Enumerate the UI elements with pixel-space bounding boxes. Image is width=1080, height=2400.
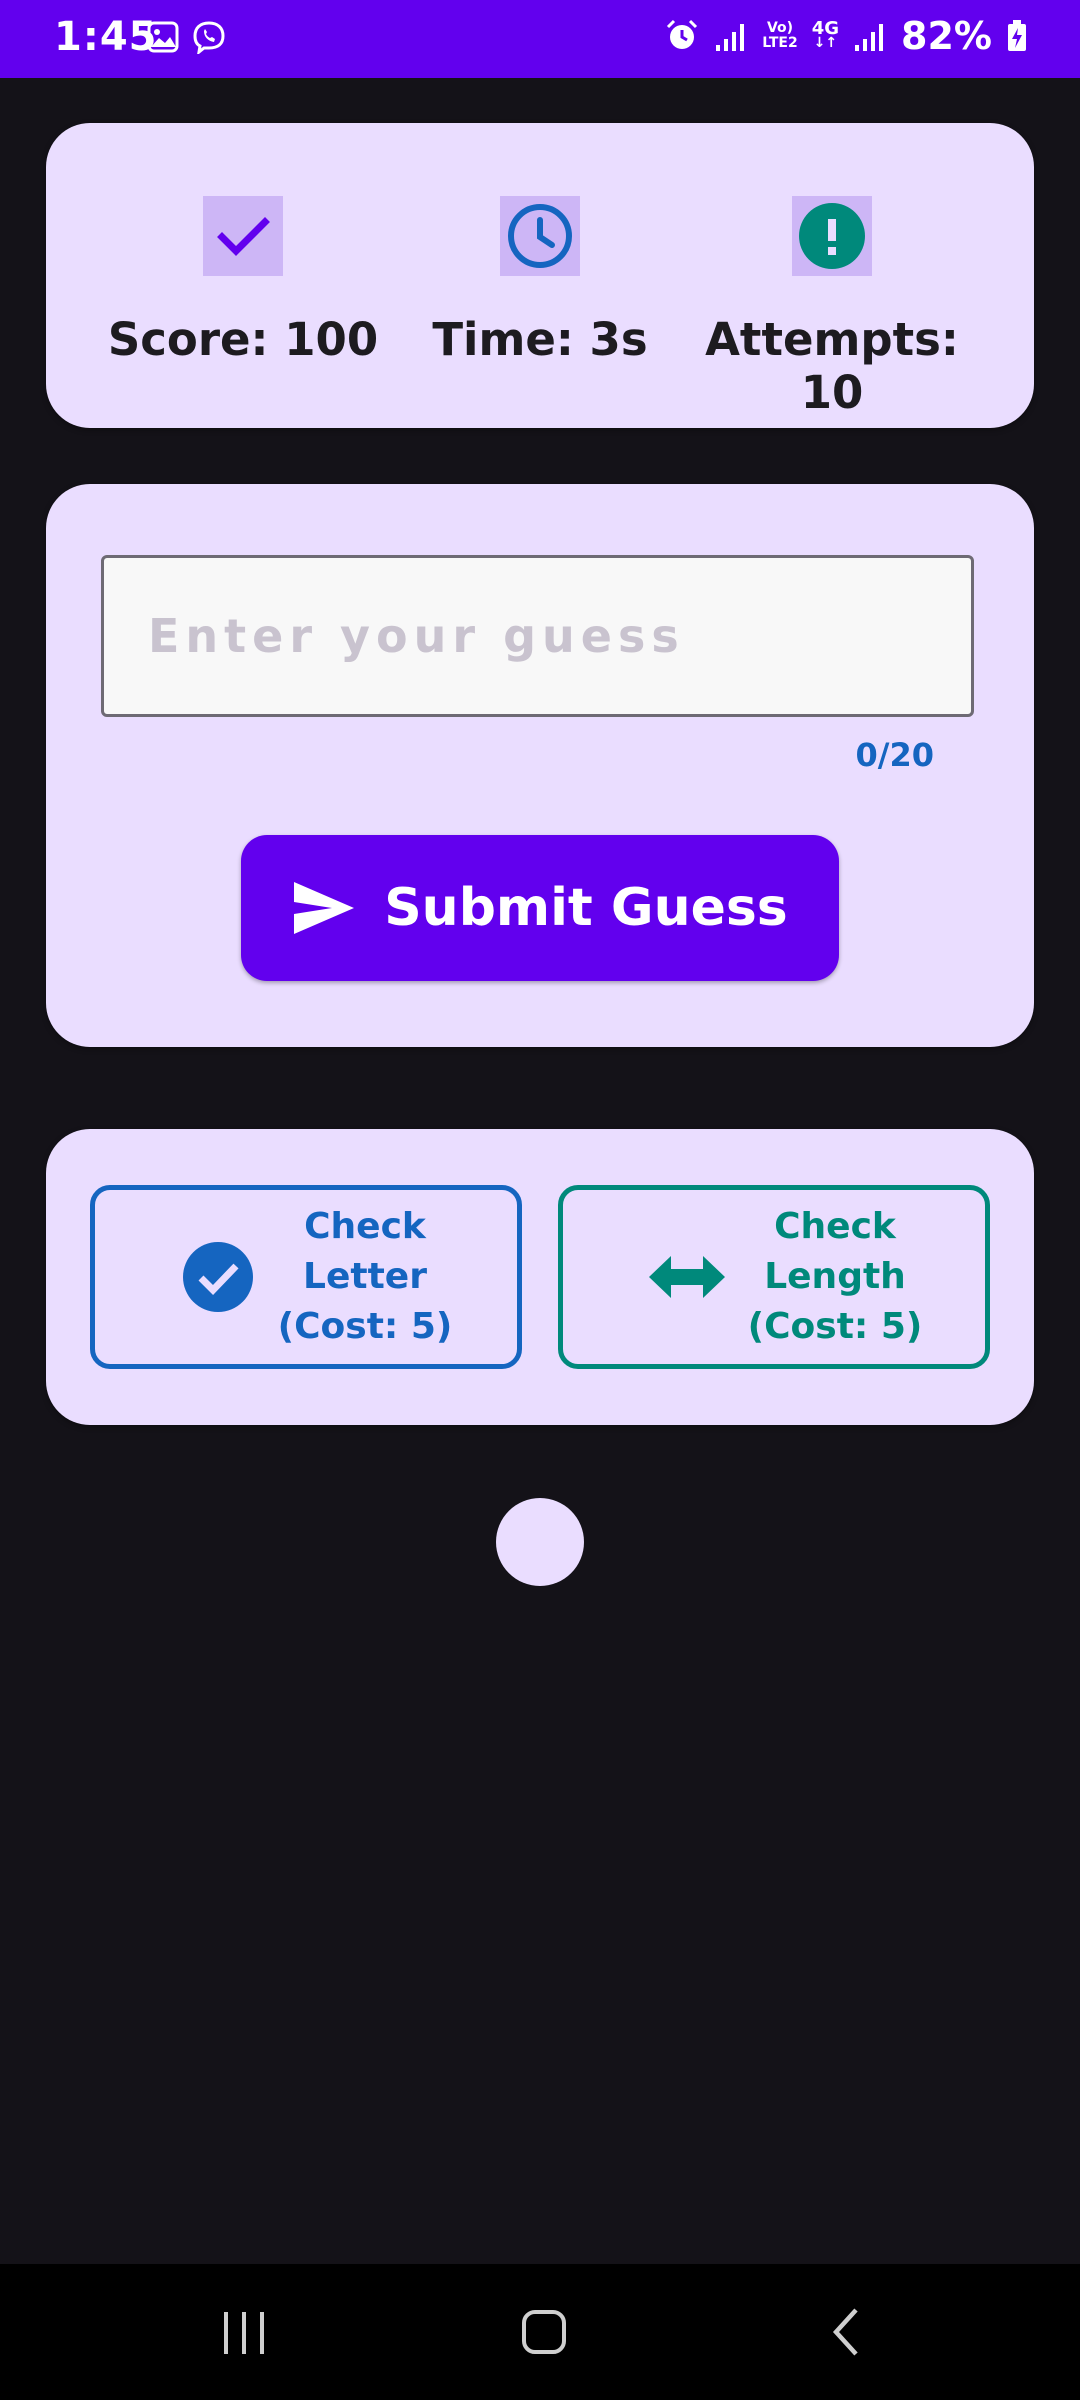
clock-icon: [500, 196, 580, 276]
gallery-icon: [147, 21, 179, 53]
loading-indicator: [496, 1498, 584, 1586]
send-icon: [294, 882, 355, 934]
attempts-stat: Attempts: 10: [682, 123, 982, 428]
time-label: Time: 3s: [432, 313, 648, 366]
network-gen: 4G ↓↑: [811, 18, 840, 51]
status-right-icons: Vo) LTE2 4G ↓↑ 82%: [664, 14, 1028, 58]
alarm-icon: [667, 19, 698, 49]
guess-card: 0/20 Submit Guess: [46, 484, 1034, 1047]
check-letter-button[interactable]: Check Letter (Cost: 5): [90, 1185, 522, 1369]
submit-guess-label: Submit Guess: [384, 878, 788, 938]
check-icon: [203, 196, 283, 276]
status-bar: 1:45 Vo) LTE2 4G ↓↑ 82%: [0, 0, 1080, 78]
battery-percentage: 82%: [901, 14, 992, 58]
back-icon[interactable]: [818, 2302, 878, 2362]
check-length-button[interactable]: Check Length (Cost: 5): [558, 1185, 990, 1369]
attempts-label: Attempts: 10: [705, 313, 959, 419]
check-letter-label: Check Letter (Cost: 5): [277, 1206, 453, 1347]
submit-guess-button[interactable]: Submit Guess: [241, 835, 839, 981]
time-stat: Time: 3s: [390, 123, 690, 428]
guess-input[interactable]: [101, 555, 974, 717]
navigation-bar: [0, 2264, 1080, 2400]
score-stat: Score: 100: [93, 123, 393, 428]
check-circle-icon: [183, 1242, 253, 1312]
network-type: Vo) LTE2: [762, 20, 798, 51]
home-icon[interactable]: [510, 2302, 570, 2362]
character-counter: 0/20: [855, 736, 934, 774]
alert-icon: [792, 196, 872, 276]
status-left-icons: [146, 20, 226, 54]
battery-charging-icon: [1008, 20, 1026, 51]
status-time: 1:45: [54, 14, 158, 60]
signal-icon: [716, 24, 745, 51]
viber-icon: [193, 21, 225, 54]
stats-card: Score: 100 Time: 3s Attempts: 10: [46, 123, 1034, 428]
check-length-label: Check Length (Cost: 5): [747, 1206, 923, 1347]
recent-apps-icon[interactable]: [214, 2302, 274, 2362]
swap-horizontal-icon: [649, 1256, 725, 1298]
score-label: Score: 100: [107, 313, 379, 366]
signal-icon: [855, 24, 884, 51]
hints-card: Check Letter (Cost: 5) Check Length (Cos…: [46, 1129, 1034, 1425]
